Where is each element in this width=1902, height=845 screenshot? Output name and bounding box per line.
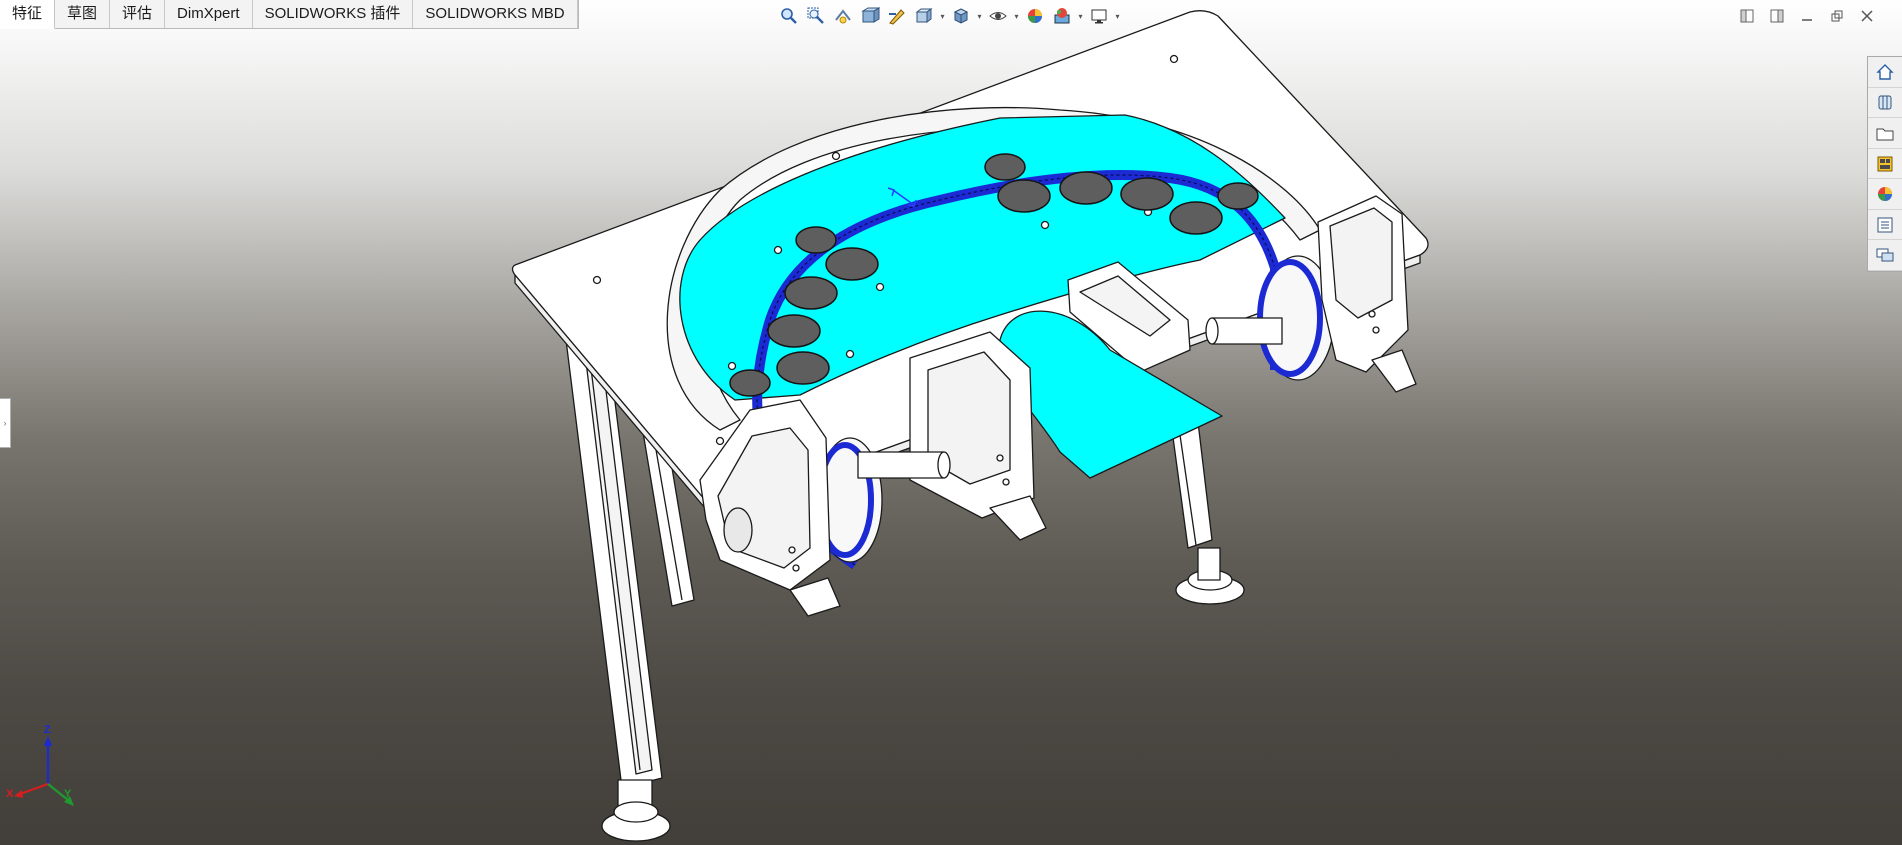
leg-rear-right [1171,421,1245,605]
forum-icon[interactable] [1868,240,1902,272]
triad-x-label: X [6,788,14,800]
custom-properties-icon[interactable] [1868,210,1902,241]
view-orientation-dropdown-icon[interactable]: ▾ [938,4,947,28]
zoom-to-fit-icon[interactable] [776,4,802,28]
view-palette-icon[interactable] [1868,149,1902,180]
minimize-icon[interactable] [1796,6,1818,26]
hide-show-dropdown-icon[interactable]: ▾ [1012,4,1021,28]
appearances-scenes-icon[interactable] [1868,179,1902,210]
view-settings-dropdown-icon[interactable]: ▾ [1113,4,1122,28]
tile-left-icon[interactable] [1736,6,1758,26]
graphics-area-model[interactable] [0,0,1902,845]
edit-appearance-icon[interactable] [1022,4,1048,28]
view-orientation-icon[interactable] [911,4,937,28]
tile-right-icon[interactable] [1766,6,1788,26]
task-pane [1867,56,1902,272]
dynamic-annotation-icon[interactable] [884,4,910,28]
restore-icon[interactable] [1826,6,1848,26]
tab-features[interactable]: 特征 [0,0,56,29]
previous-view-icon[interactable] [830,4,856,28]
tab-dimxpert[interactable]: DimXpert [165,0,253,28]
tab-solidworks-addins[interactable]: SOLIDWORKS 插件 [253,0,414,28]
display-style-icon[interactable] [948,4,974,28]
display-style-dropdown-icon[interactable]: ▾ [975,4,984,28]
file-explorer-icon[interactable] [1868,118,1902,149]
zoom-to-area-icon[interactable] [803,4,829,28]
view-settings-icon[interactable] [1086,4,1112,28]
heads-up-view-toolbar: ▾ ▾ ▾ ▾ ▾ [776,4,1122,28]
triad-y-label: Y [64,788,72,800]
hide-show-items-icon[interactable] [985,4,1011,28]
feature-manager-toggle-handle[interactable]: › [0,398,11,448]
solidworks-resources-icon[interactable] [1868,57,1902,88]
document-window-controls [1736,6,1878,26]
design-library-icon[interactable] [1868,88,1902,119]
reference-triad: Z X Y [6,724,80,812]
tab-sketch[interactable]: 草图 [55,0,111,28]
section-view-icon[interactable] [857,4,883,28]
tab-evaluate[interactable]: 评估 [110,0,166,28]
close-icon[interactable] [1856,6,1878,26]
command-manager-tabs: 特征 草图 评估 DimXpert SOLIDWORKS 插件 SOLIDWOR… [0,0,579,29]
tab-solidworks-mbd[interactable]: SOLIDWORKS MBD [413,0,578,28]
chevron-right-icon: › [3,418,7,428]
triad-z-label: Z [44,724,51,736]
apply-scene-dropdown-icon[interactable]: ▾ [1076,4,1085,28]
apply-scene-icon[interactable] [1049,4,1075,28]
